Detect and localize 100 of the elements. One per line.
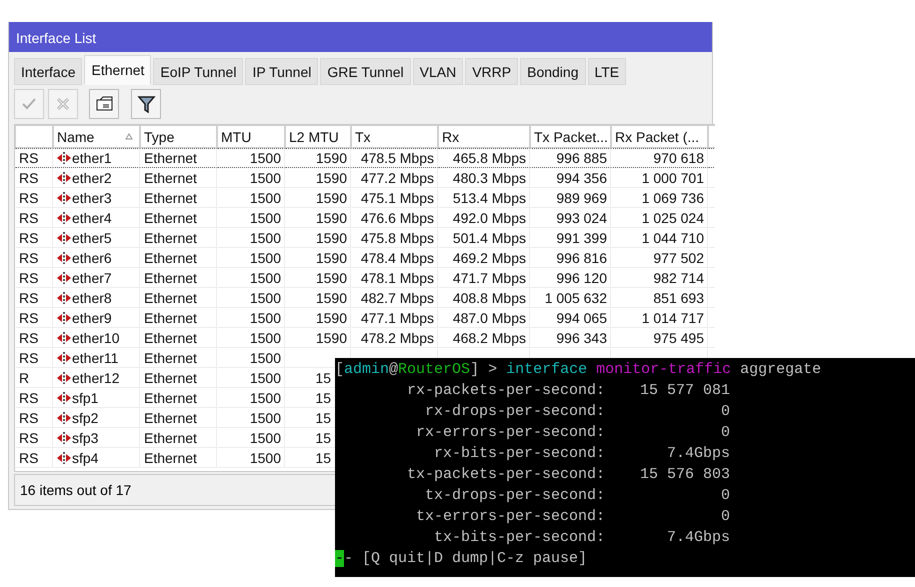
table-cell: 469.2 Mbps [452, 250, 526, 266]
tab[interactable]: GRE Tunnel [320, 58, 411, 85]
tab[interactable]: Bonding [520, 58, 586, 85]
interface-name[interactable]: ether10 [57, 330, 120, 346]
interface-name[interactable]: sfp1 [57, 390, 98, 406]
flag-text: RS [19, 410, 38, 426]
column-header[interactable]: Tx Packet... [530, 125, 611, 148]
interface-name[interactable]: ether9 [57, 310, 112, 326]
table-cell: Ethernet [144, 170, 197, 186]
interface-name[interactable]: sfp3 [57, 430, 98, 446]
column-header[interactable]: L2 MTU [285, 125, 351, 148]
table-cell: Ethernet [144, 230, 197, 246]
table-cell: 482.7 Mbps [360, 290, 434, 306]
tab[interactable]: Interface [14, 58, 82, 85]
column-header[interactable]: Rx Packet (... [611, 125, 708, 148]
stat-value: 15 576 803 [638, 465, 730, 485]
tab[interactable]: LTE [588, 58, 626, 85]
column-header[interactable]: MTU [217, 125, 285, 148]
table-cell: Ethernet [144, 270, 197, 286]
table-cell: Ethernet [144, 410, 197, 426]
interface-name[interactable]: ether7 [57, 270, 112, 286]
table-cell: 478.2 Mbps [360, 330, 434, 346]
table-cell: 1590 [316, 190, 347, 206]
table-cell: 1500 [250, 390, 281, 406]
double-arrow-icon [57, 212, 71, 224]
note-button[interactable] [89, 89, 119, 119]
filter-button[interactable] [131, 89, 161, 119]
stat-value: 0 [720, 486, 730, 506]
tab[interactable]: VRRP [465, 58, 518, 85]
table-cell: 1590 [316, 250, 347, 266]
flag-text: RS [19, 150, 38, 166]
interface-name[interactable]: ether8 [57, 290, 112, 306]
tab[interactable]: Ethernet [84, 55, 152, 85]
table-cell: 15 [315, 410, 331, 426]
interface-name[interactable]: ether12 [57, 370, 120, 386]
table-cell: 1500 [250, 430, 281, 446]
tab[interactable]: VLAN [412, 58, 464, 85]
table-cell: Ethernet [144, 190, 197, 206]
interface-name[interactable]: ether2 [57, 170, 112, 186]
column-header[interactable]: Type [140, 125, 217, 148]
interface-name[interactable]: sfp4 [57, 450, 98, 466]
double-arrow-icon [57, 352, 71, 364]
table-cell: 475.1 Mbps [360, 190, 434, 206]
tab[interactable]: IP Tunnel [245, 58, 318, 85]
interface-name[interactable]: ether11 [57, 350, 118, 366]
flag-text: RS [19, 330, 38, 346]
interface-name[interactable]: ether5 [57, 230, 112, 246]
table-cell: 1500 [250, 230, 281, 246]
table-cell: 501.4 Mbps [452, 230, 526, 246]
table-cell: 1590 [316, 310, 347, 326]
table-cell: 1590 [316, 150, 347, 166]
table-cell: 1500 [250, 170, 281, 186]
key-hint: - [Q quit|D dump|C-z pause] [344, 550, 588, 567]
table-cell: Ethernet [144, 350, 197, 366]
table-cell: 1 044 710 [642, 230, 704, 246]
table-cell: 1590 [316, 270, 347, 286]
column-header[interactable]: Name [53, 125, 140, 148]
flag-text: RS [19, 290, 38, 306]
column-header[interactable]: Rx [438, 125, 530, 148]
table-cell: Ethernet [144, 150, 197, 166]
interface-name[interactable]: sfp2 [57, 410, 98, 426]
double-arrow-icon [57, 332, 71, 344]
table-cell: 478.5 Mbps [360, 150, 434, 166]
stat-label: tx-drops-per-second: [424, 486, 605, 506]
stat-value: 15 577 081 [638, 381, 730, 401]
table-cell: 15 [315, 450, 331, 466]
table-cell: 1 025 024 [642, 210, 704, 226]
stat-label: tx-packets-per-second: [406, 465, 605, 485]
flag-text: RS [19, 450, 38, 466]
table-cell: 477.1 Mbps [360, 310, 434, 326]
stat-label: tx-bits-per-second: [432, 528, 605, 548]
stat-value: 7.4Gbps [666, 444, 730, 464]
table-cell: 996 885 [556, 150, 607, 166]
table-cell: 477.2 Mbps [360, 170, 434, 186]
tab[interactable]: EoIP Tunnel [153, 58, 244, 85]
status-text: 16 items out of 17 [20, 482, 132, 498]
table-cell: 991 399 [556, 230, 607, 246]
interface-name[interactable]: ether6 [57, 250, 112, 266]
double-arrow-icon [57, 232, 71, 244]
double-arrow-icon [57, 252, 71, 264]
table-cell: 975 495 [653, 330, 704, 346]
table-cell: 478.1 Mbps [360, 270, 434, 286]
interface-name[interactable]: ether4 [57, 210, 112, 226]
double-arrow-icon [57, 292, 71, 304]
flag-text: RS [19, 230, 38, 246]
table-cell: 1590 [316, 210, 347, 226]
table-cell: 989 969 [556, 190, 607, 206]
flag-text: RS [19, 270, 38, 286]
table-cell: 480.3 Mbps [452, 170, 526, 186]
interface-name[interactable]: ether3 [57, 190, 112, 206]
table-cell: 977 502 [653, 250, 704, 266]
column-header[interactable]: Tx [351, 125, 438, 148]
stat-value: 0 [720, 402, 730, 422]
table-cell: 1500 [250, 310, 281, 326]
table-cell: 993 024 [556, 210, 607, 226]
table-cell: 15 [315, 370, 331, 386]
table-cell: 851 693 [653, 290, 704, 306]
table-cell: Ethernet [144, 390, 197, 406]
table-cell: 487.0 Mbps [452, 310, 526, 326]
table-cell: 996 343 [556, 330, 607, 346]
